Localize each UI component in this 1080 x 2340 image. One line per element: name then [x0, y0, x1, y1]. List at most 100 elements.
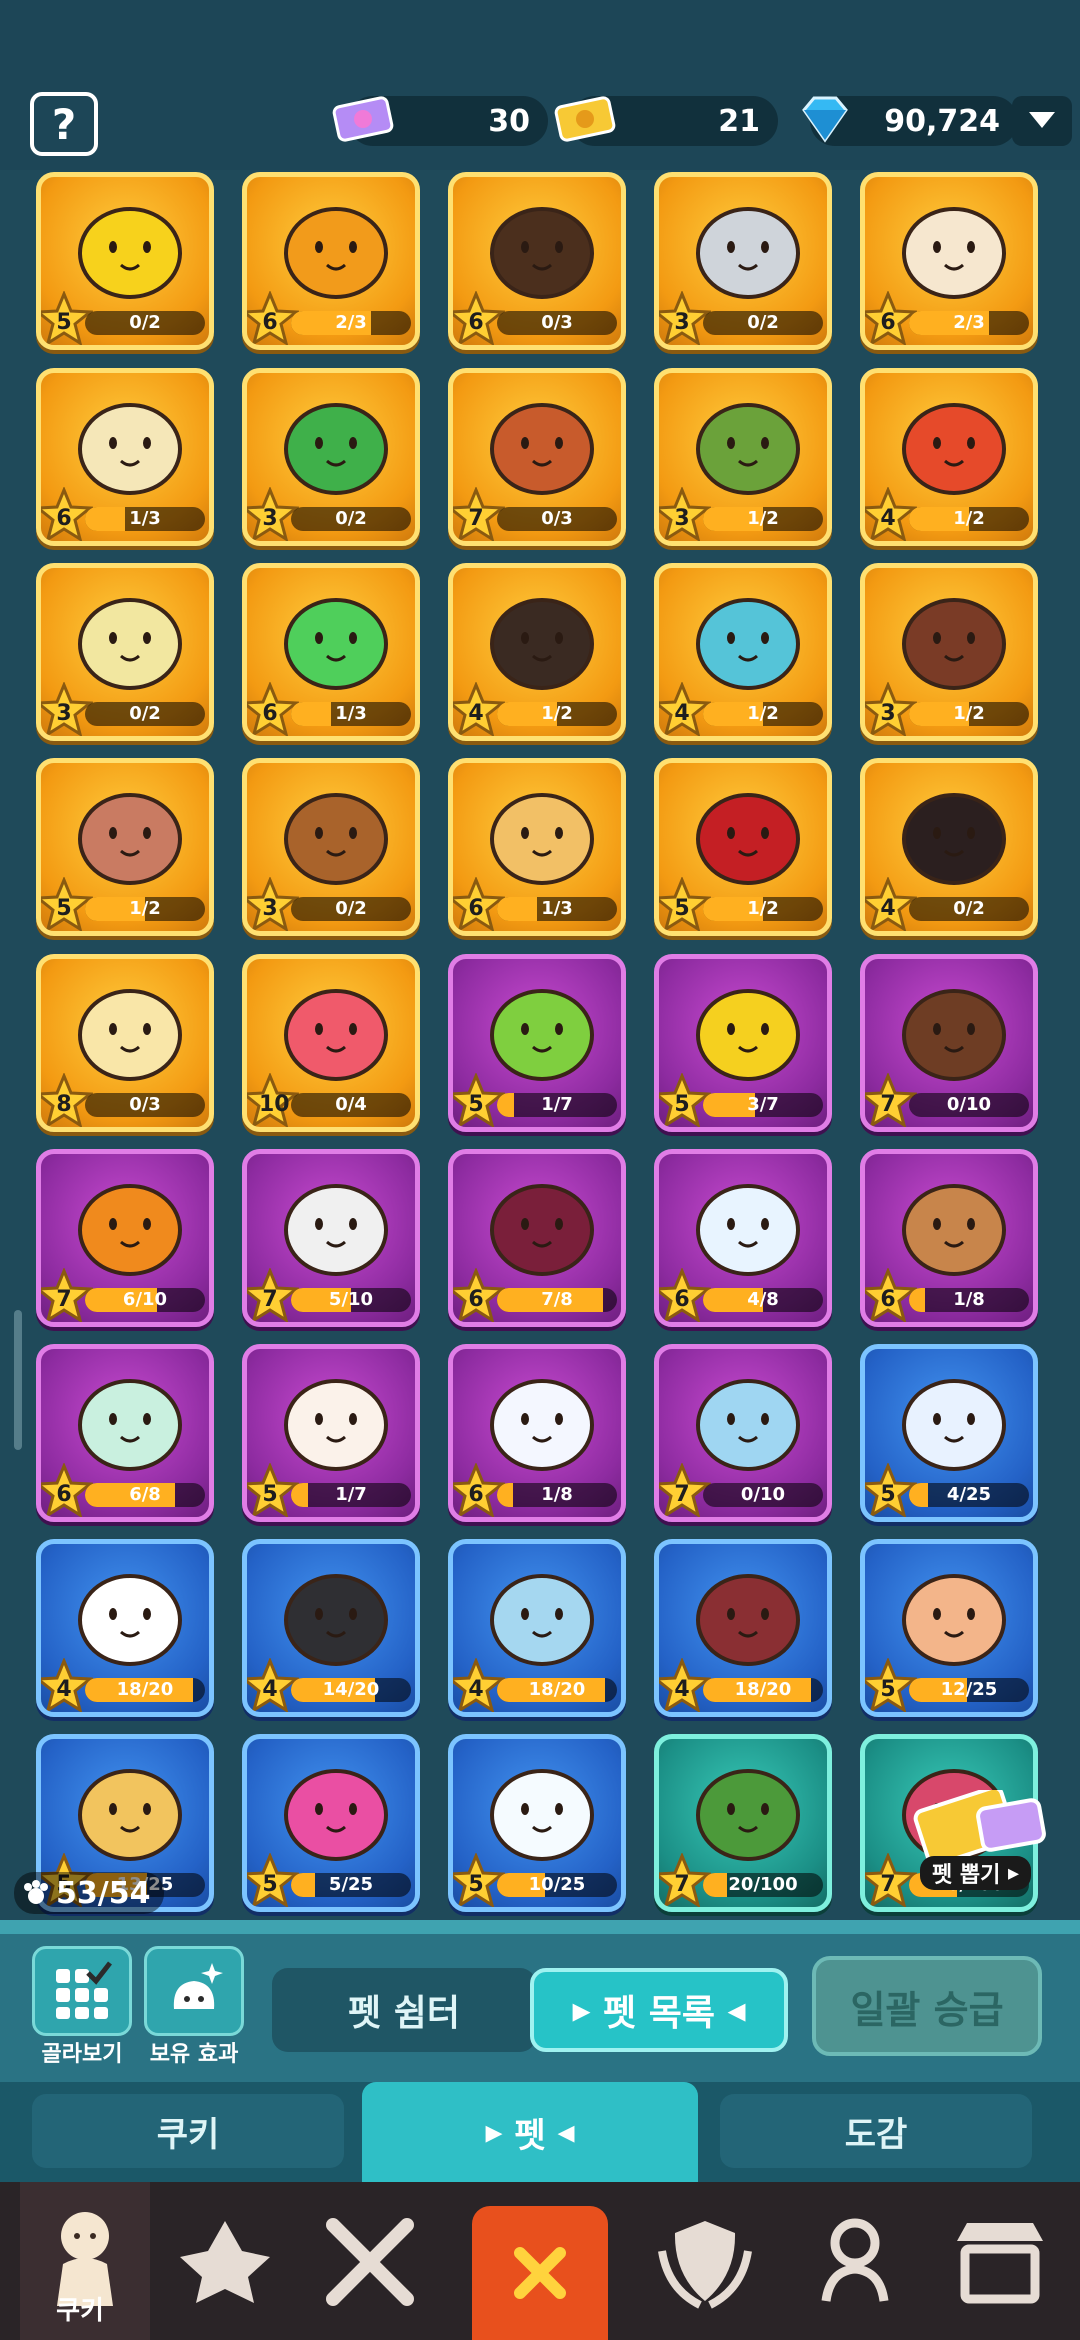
pet-card[interactable]: 7 20/100	[654, 1734, 832, 1912]
pet-card[interactable]: 4 1/2	[654, 563, 832, 741]
pet-progress-text: 18/20	[734, 1679, 792, 1700]
pet-card[interactable]: 7 0/10	[860, 954, 1038, 1132]
pet-card[interactable]: 6 1/3	[448, 758, 626, 936]
nav-guild[interactable]	[640, 2182, 770, 2340]
scrollbar[interactable]	[14, 1310, 22, 1450]
bulk-upgrade-button[interactable]: 일괄 승급	[812, 1956, 1042, 2056]
pet-card[interactable]: 6 6/8	[36, 1344, 214, 1522]
pet-card[interactable]: 5 0/2	[36, 172, 214, 350]
owned-effects-button[interactable]	[144, 1946, 244, 2036]
nav-rank[interactable]	[160, 2182, 290, 2340]
pet-card[interactable]: 3 0/2	[654, 172, 832, 350]
pet-card[interactable]: 3 1/2	[654, 368, 832, 546]
owned-effects-label: 보유 효과	[149, 2042, 239, 2067]
pet-progress-text: 1/2	[541, 703, 573, 724]
nav-battle[interactable]	[305, 2182, 435, 2340]
pet-card[interactable]: 7 6/10	[36, 1149, 214, 1327]
lemon-icon	[696, 989, 800, 1081]
pet-card[interactable]: 6 1/8	[860, 1149, 1038, 1327]
pet-level: 5	[56, 896, 72, 921]
pet-card[interactable]: 5 1/2	[36, 758, 214, 936]
pet-card[interactable]: 4 18/20	[36, 1539, 214, 1717]
pet-progress-bar: 1/3	[85, 507, 205, 531]
tab-pet-list[interactable]: ▸ 펫 목록 ◂	[530, 1968, 788, 2052]
pet-progress-text: 1/2	[747, 898, 779, 919]
pet-card[interactable]: 6 2/3	[860, 172, 1038, 350]
currency-dropdown-button[interactable]	[1012, 96, 1072, 146]
pet-progress-text: 1/2	[129, 898, 161, 919]
tab-pet-shelter[interactable]: 펫 쉼터	[272, 1968, 536, 2052]
help-button[interactable]: ?	[30, 92, 98, 156]
pet-progress-bar: 0/4	[291, 1093, 411, 1117]
pet-progress-bar: 0/2	[85, 702, 205, 726]
pet-progress-text: 0/3	[541, 312, 573, 333]
reindeer-icon	[78, 1769, 182, 1861]
pet-level: 6	[56, 1482, 72, 1507]
pet-level: 3	[674, 506, 690, 531]
pet-card[interactable]: 5 1/7	[448, 954, 626, 1132]
pet-card[interactable]: 7 0/3	[448, 368, 626, 546]
pet-progress-bar: 0/2	[291, 897, 411, 921]
banana-icon	[78, 598, 182, 690]
purple-ticket-counter[interactable]: 30	[332, 96, 548, 146]
pet-card[interactable]: 6 0/3	[448, 172, 626, 350]
pet-card[interactable]: 5 12/25	[860, 1539, 1038, 1717]
pet-card[interactable]: 3 0/2	[242, 758, 420, 936]
tab-collection[interactable]: 도감	[720, 2094, 1032, 2168]
tab-pet[interactable]: ▸ 펫 ◂	[362, 2082, 698, 2182]
pet-card[interactable]: 3 0/2	[242, 368, 420, 546]
pet-card[interactable]: 4 14/20	[242, 1539, 420, 1717]
pet-progress-text: 0/3	[129, 1094, 161, 1115]
pet-card[interactable]: 7 0/10	[654, 1344, 832, 1522]
pet-progress-text: 18/20	[116, 1679, 174, 1700]
pet-progress-bar: 3/7	[703, 1093, 823, 1117]
pet-card[interactable]: 5 5/25	[242, 1734, 420, 1912]
pet-card[interactable]: 6 1/8	[448, 1344, 626, 1522]
gem-counter[interactable]: 90,724	[802, 96, 1018, 146]
pet-card[interactable]: 5 1/2	[654, 758, 832, 936]
pet-card[interactable]: 6 2/3	[242, 172, 420, 350]
crossed-swords-icon	[326, 2218, 414, 2306]
tab-cookie[interactable]: 쿠키	[32, 2094, 344, 2168]
nav-kingdom[interactable]	[790, 2182, 920, 2340]
nav-shop[interactable]	[935, 2182, 1065, 2340]
pet-card[interactable]: 5 10/25	[448, 1734, 626, 1912]
pet-card[interactable]: 5 4/25	[860, 1344, 1038, 1522]
gold-ticket-counter[interactable]: 21	[554, 96, 778, 146]
ghost-cloth-icon	[284, 1379, 388, 1471]
poodle-icon	[78, 793, 182, 885]
pet-card[interactable]: 5 3/7	[654, 954, 832, 1132]
pet-card[interactable]: 10 0/4	[242, 954, 420, 1132]
pet-card[interactable]: 4 1/2	[448, 563, 626, 741]
pet-card[interactable]: 6 4/8	[654, 1149, 832, 1327]
pet-progress-bar: 6/10	[85, 1288, 205, 1312]
pet-card[interactable]: 8 0/3	[36, 954, 214, 1132]
pet-progress-text: 0/2	[335, 508, 367, 529]
pet-card[interactable]: 4 0/2	[860, 758, 1038, 936]
pet-card[interactable]: 4 1/2	[860, 368, 1038, 546]
close-menu-button[interactable]	[472, 2206, 608, 2340]
pet-card[interactable]: 6 1/3	[242, 563, 420, 741]
pet-progress-bar: 1/8	[909, 1288, 1029, 1312]
pet-level: 3	[262, 896, 278, 921]
pet-card[interactable]: 5 1/7	[242, 1344, 420, 1522]
pet-progress-text: 0/10	[740, 1484, 786, 1505]
pet-card[interactable]: 4 18/20	[654, 1539, 832, 1717]
pet-progress-text: 1/3	[541, 898, 573, 919]
pet-card[interactable]: 3 0/2	[36, 563, 214, 741]
pet-progress-text: 4/25	[946, 1484, 992, 1505]
cardinal-icon	[696, 793, 800, 885]
pet-card[interactable]: 6 1/3	[36, 368, 214, 546]
pet-card[interactable]: 3 1/2	[860, 563, 1038, 741]
pet-gacha-label[interactable]: 펫 뽑기 ▸	[920, 1856, 1032, 1890]
purple-ticket-icon	[332, 96, 394, 142]
crown-crest-icon	[180, 2221, 270, 2303]
pet-progress-text: 18/20	[528, 1679, 586, 1700]
pet-card[interactable]: 7 5/10	[242, 1149, 420, 1327]
pet-progress-bar: 0/3	[85, 1093, 205, 1117]
browse-button[interactable]	[32, 1946, 132, 2036]
pet-card[interactable]: 6 7/8	[448, 1149, 626, 1327]
pet-card[interactable]: 4 18/20	[448, 1539, 626, 1717]
takoyaki-icon	[490, 403, 594, 495]
pet-progress-text: 0/2	[747, 312, 779, 333]
